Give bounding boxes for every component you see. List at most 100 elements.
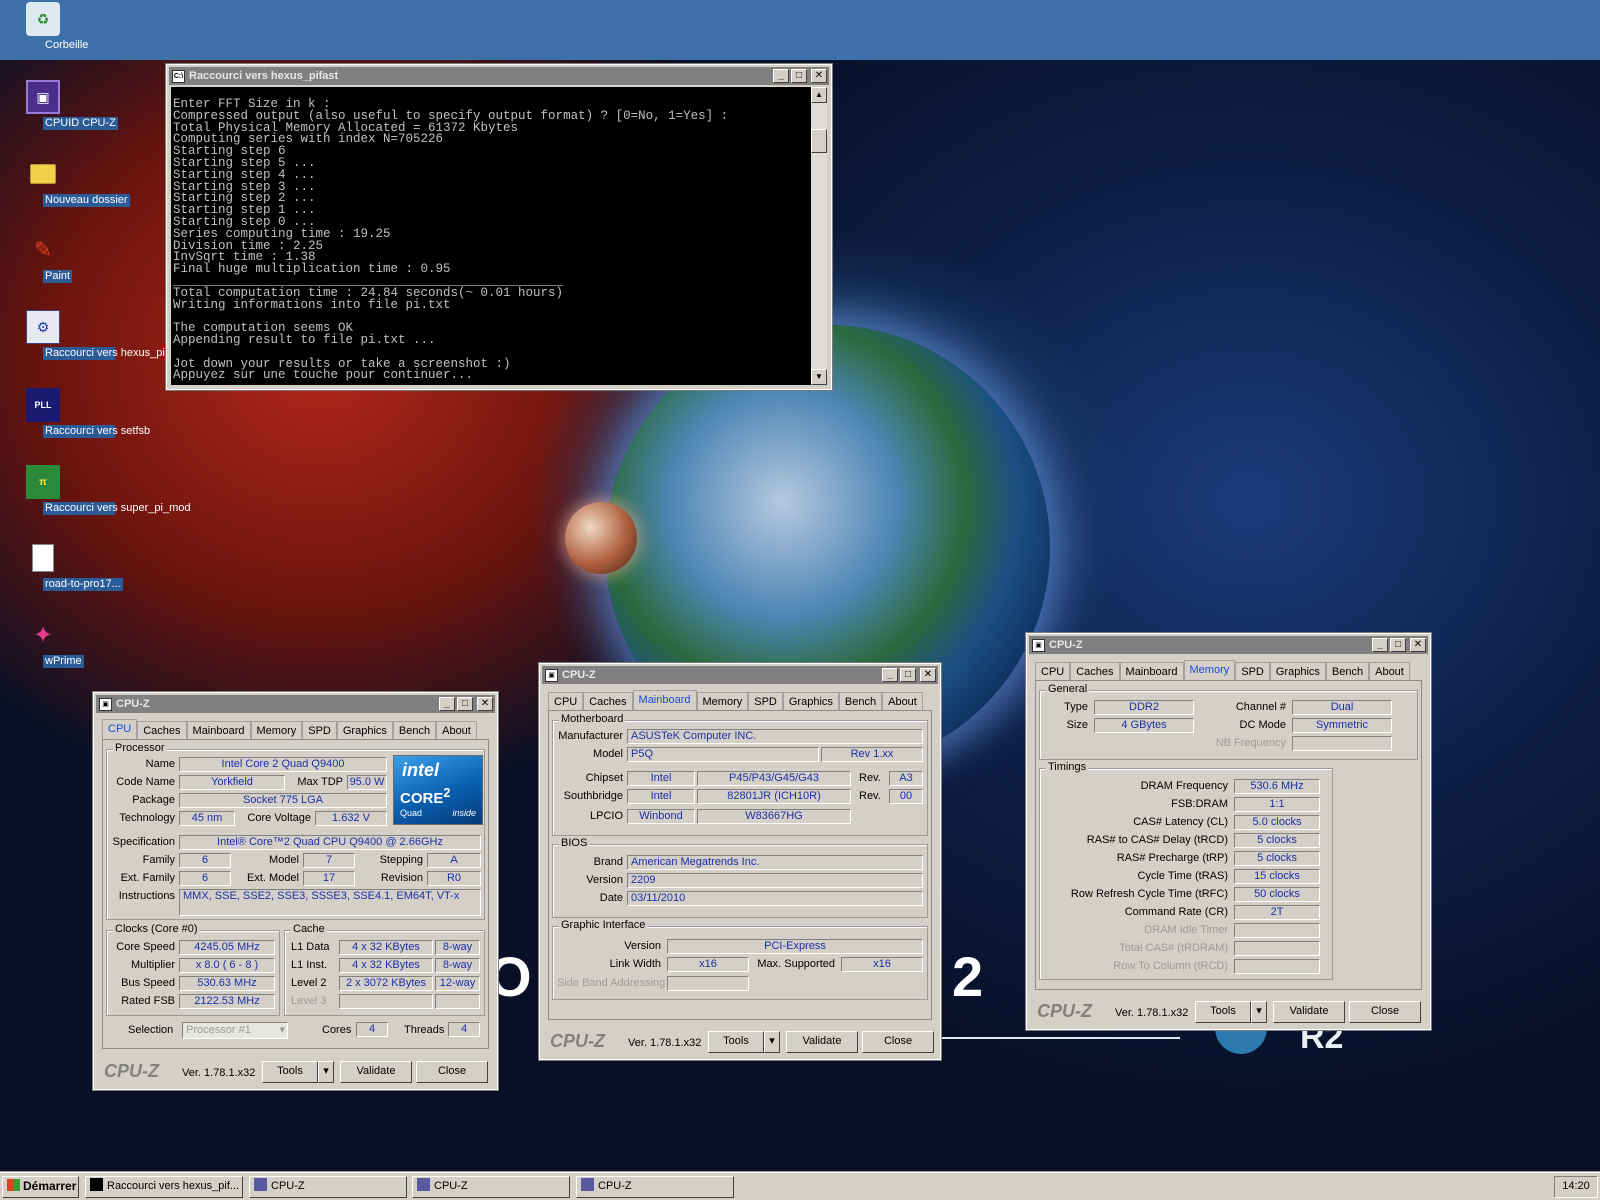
- cpuz-titlebar[interactable]: ▣ CPU-Z _ □ ✕: [1029, 636, 1428, 654]
- tab-memory[interactable]: Memory: [1183, 660, 1236, 682]
- cpuz-window-cpu[interactable]: ▣ CPU-Z _ □ ✕ CPU Caches Mainboard Memor…: [92, 691, 499, 1091]
- tab-graphics[interactable]: Graphics: [336, 721, 393, 740]
- validate-button[interactable]: Validate: [1273, 1001, 1345, 1023]
- console-window[interactable]: C:\ Raccourci vers hexus_pifast _ □ ✕ En…: [165, 63, 833, 391]
- system-clock: 14:20: [1554, 1176, 1598, 1198]
- tab-mainboard[interactable]: Mainboard: [1119, 662, 1184, 681]
- validate-button[interactable]: Validate: [786, 1031, 858, 1053]
- processor-select[interactable]: Processor #1 ▾: [182, 1022, 288, 1039]
- window-title: CPU-Z: [562, 669, 596, 681]
- desktop-icon-document[interactable]: road-to-pro17...: [1, 541, 123, 591]
- corespeed-value: 4245.05 MHz: [179, 940, 275, 955]
- tab-spd[interactable]: SPD: [1235, 662, 1270, 681]
- desktop-icon-folder[interactable]: Nouveau dossier: [1, 157, 130, 207]
- tab-spd[interactable]: SPD: [302, 721, 337, 740]
- tab-about[interactable]: About: [882, 692, 923, 711]
- minimize-button[interactable]: _: [882, 668, 898, 682]
- level3-way-value: [435, 994, 480, 1009]
- tab-graphics[interactable]: Graphics: [1269, 662, 1326, 681]
- console-titlebar[interactable]: C:\ Raccourci vers hexus_pifast _ □ ✕: [169, 67, 829, 85]
- tools-button[interactable]: Tools: [1195, 1001, 1251, 1023]
- cpuz-window-mainboard[interactable]: ▣ CPU-Z _ □ ✕ CPU Caches Mainboard Memor…: [538, 662, 942, 1061]
- tools-button[interactable]: Tools: [708, 1031, 764, 1053]
- tab-spd[interactable]: SPD: [748, 692, 783, 711]
- model-value: 7: [303, 853, 355, 868]
- tab-bar: CPU Caches Mainboard Memory SPD Graphics…: [1035, 660, 1410, 682]
- cpuz-window-memory[interactable]: ▣ CPU-Z _ □ ✕ CPU Caches Mainboard Memor…: [1025, 632, 1432, 1031]
- tab-graphics[interactable]: Graphics: [782, 692, 839, 711]
- scroll-down-arrow-icon[interactable]: ▼: [811, 369, 827, 385]
- version-label: Ver. 1.78.1.x32: [182, 1067, 256, 1079]
- scroll-up-arrow-icon[interactable]: ▲: [811, 87, 827, 103]
- minimize-button[interactable]: _: [1372, 638, 1388, 652]
- console-scrollbar[interactable]: ▲ ▼: [811, 87, 827, 385]
- start-button[interactable]: Démarrer: [2, 1176, 79, 1198]
- tab-memory[interactable]: Memory: [696, 692, 749, 711]
- paint-icon: ✎: [33, 237, 53, 262]
- tab-cpu[interactable]: CPU: [1035, 662, 1071, 681]
- tab-caches[interactable]: Caches: [137, 721, 187, 740]
- desktop-icon-cpuz[interactable]: ▣ CPUID CPU-Z: [1, 80, 118, 130]
- console-output[interactable]: Enter FFT Size in k : Compressed output (…: [171, 87, 811, 385]
- selection-row: Selection Processor #1 ▾ Cores 4 Threads …: [106, 1022, 485, 1046]
- tab-mainboard[interactable]: Mainboard: [632, 690, 697, 712]
- level2-value: 2 x 3072 KBytes: [339, 976, 433, 991]
- close-button[interactable]: ✕: [920, 668, 936, 682]
- scroll-thumb[interactable]: [811, 129, 827, 153]
- l1inst-value: 4 x 32 KBytes: [339, 958, 433, 973]
- close-window-button[interactable]: Close: [1349, 1001, 1421, 1023]
- tools-dropdown-button[interactable]: ▾: [764, 1031, 780, 1053]
- tab-bench[interactable]: Bench: [838, 692, 883, 711]
- tab-caches[interactable]: Caches: [1070, 662, 1120, 681]
- desktop-icon-hexus-pifast[interactable]: ⚙ Raccourci vers hexus_pifast: [1, 310, 183, 360]
- desktop-icon-superpi[interactable]: π Raccourci vers super_pi_mod: [1, 465, 191, 515]
- console-line: Writing informations into file pi.txt: [173, 297, 451, 312]
- desktop-icon-paint[interactable]: ✎ Paint: [1, 233, 85, 283]
- close-button[interactable]: ✕: [477, 697, 493, 711]
- tab-mainboard[interactable]: Mainboard: [186, 721, 251, 740]
- cpuz-titlebar[interactable]: ▣ CPU-Z _ □ ✕: [96, 695, 495, 713]
- close-window-button[interactable]: Close: [416, 1061, 488, 1083]
- linkwidth-value: x16: [667, 957, 749, 972]
- desktop-icon-recycle-bin[interactable]: ♻ Corbeille: [1, 2, 88, 51]
- maximize-button[interactable]: □: [900, 668, 916, 682]
- validate-button[interactable]: Validate: [340, 1061, 412, 1083]
- maximize-button[interactable]: □: [457, 697, 473, 711]
- taskbar-item-cpuz[interactable]: CPU-Z: [576, 1176, 734, 1198]
- tools-dropdown-button[interactable]: ▾: [318, 1061, 334, 1083]
- bios-brand-value: American Megatrends Inc.: [627, 855, 923, 870]
- tools-button[interactable]: Tools: [262, 1061, 318, 1083]
- close-window-button[interactable]: Close: [862, 1031, 934, 1053]
- close-button[interactable]: ✕: [1410, 638, 1426, 652]
- tab-cpu[interactable]: CPU: [548, 692, 584, 711]
- tab-about[interactable]: About: [436, 721, 477, 740]
- desktop-icon-wprime[interactable]: ✦ wPrime: [1, 618, 85, 668]
- extmodel-value: 17: [303, 871, 355, 886]
- hexus-pifast-icon: ⚙: [26, 310, 60, 344]
- taskbar-item-console[interactable]: Raccourci vers hexus_pif...: [85, 1176, 243, 1198]
- tab-bench[interactable]: Bench: [392, 721, 437, 740]
- close-button[interactable]: ✕: [811, 69, 827, 83]
- general-group: General Type DDR2 Channel # Dual Size 4 …: [1039, 683, 1418, 760]
- taskbar-item-cpuz[interactable]: CPU-Z: [249, 1176, 407, 1198]
- tab-caches[interactable]: Caches: [583, 692, 633, 711]
- taskbar: Démarrer Raccourci vers hexus_pif... CPU…: [0, 1172, 1600, 1200]
- cpuz-titlebar[interactable]: ▣ CPU-Z _ □ ✕: [542, 666, 938, 684]
- cpuz-logo: CPU-Z: [550, 1031, 605, 1051]
- maximize-button[interactable]: □: [1390, 638, 1406, 652]
- timing-label: Row To Column (tRCD): [1113, 960, 1228, 972]
- console-line: Appending result to file pi.txt ...: [173, 332, 436, 347]
- tab-memory[interactable]: Memory: [250, 721, 303, 740]
- tools-dropdown-button[interactable]: ▾: [1251, 1001, 1267, 1023]
- maximize-button[interactable]: □: [791, 69, 807, 83]
- minimize-button[interactable]: _: [773, 69, 789, 83]
- tab-about[interactable]: About: [1369, 662, 1410, 681]
- taskbar-item-cpuz[interactable]: CPU-Z: [412, 1176, 570, 1198]
- cpuz-app-icon: ▣: [1032, 638, 1045, 652]
- desktop-icon-setfsb[interactable]: PLL Raccourci vers setfsb: [1, 388, 150, 438]
- timing-value: 2T: [1234, 905, 1320, 920]
- minimize-button[interactable]: _: [439, 697, 455, 711]
- tab-cpu[interactable]: CPU: [102, 719, 138, 741]
- tab-bench[interactable]: Bench: [1325, 662, 1370, 681]
- cpu-tab-panel: Processor Name Intel Core 2 Quad Q9400 C…: [102, 739, 489, 1049]
